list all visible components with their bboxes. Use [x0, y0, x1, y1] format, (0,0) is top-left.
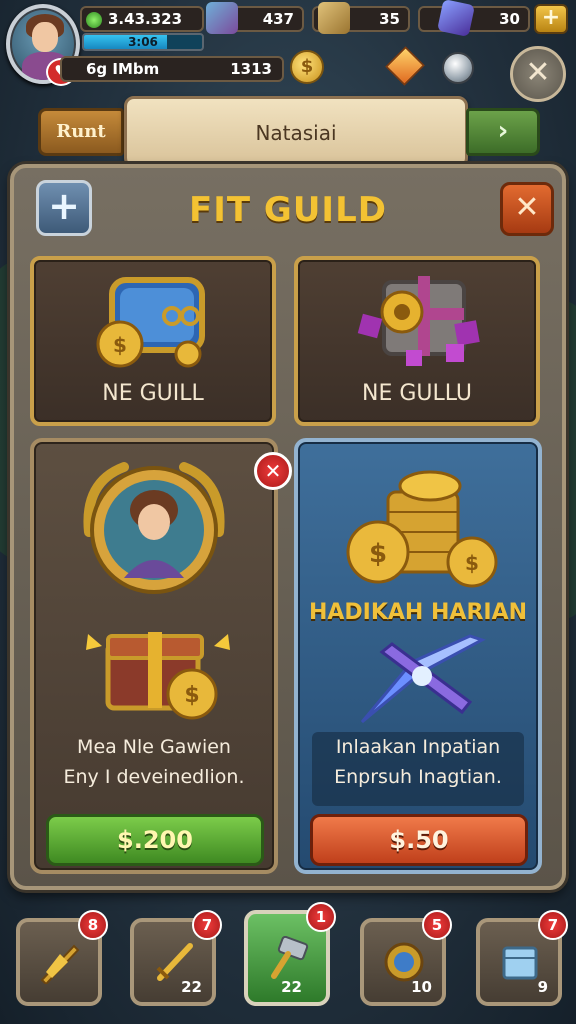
ribbon-title: Natasiai: [255, 121, 337, 145]
dock-badge: 8: [78, 910, 108, 940]
shield-icon: [40, 944, 80, 984]
bottom-dock: 8 7 22 1 22 5 10 7 9: [0, 900, 576, 1024]
guild-panel: + FIT GUILD ✕ $ NE GUILL NE GULLU ✕ $ Me…: [10, 164, 566, 890]
dock-count: 22: [281, 978, 302, 996]
gold-value: 3.43.323: [108, 10, 183, 28]
resource-3-value: 30: [499, 10, 520, 28]
dock-badge: 7: [538, 910, 568, 940]
guild-card-2-label: NE GULLU: [361, 381, 473, 406]
dock-slot-sword[interactable]: 7 22: [130, 910, 222, 1006]
offer-right-desc-line1: Inlaakan Inpatian: [335, 736, 501, 758]
dock-count: 10: [411, 978, 432, 996]
svg-text:$: $: [184, 683, 199, 708]
offer-right-title: HADIKAH HARIAN: [308, 600, 528, 625]
close-screen-button[interactable]: ✕: [510, 46, 566, 102]
crystal-icon: [437, 0, 475, 37]
guild-card-1-label: NE GUILL: [102, 381, 204, 406]
crate-icon: [502, 946, 538, 980]
offer-right-description: Inlaakan Inpatian Enprsuh Inagtian.: [312, 732, 524, 806]
next-tab-button[interactable]: ›: [466, 108, 540, 156]
level-panel: 6g IMbm 1313: [60, 56, 284, 82]
top-hud: ♥ 3.43.323 3:06 6g IMbm 1313 437 35 30 +…: [0, 0, 576, 102]
orb-icon: [442, 52, 474, 84]
gold-counter: 3.43.323: [80, 6, 204, 32]
resource-2-value: 35: [379, 10, 400, 28]
treasure-chest-icon: $: [96, 277, 205, 368]
dock-slot-crate[interactable]: 7 9: [476, 910, 568, 1006]
title-ribbon: Natasiai: [124, 96, 468, 168]
svg-text:$: $: [369, 539, 387, 569]
offer-left-desc-line1: Mea Nle Gawien: [77, 736, 231, 758]
dock-slot-shield[interactable]: 8: [16, 910, 108, 1006]
crystal-blade-icon: [360, 634, 486, 724]
buy-offer-left-button[interactable]: $.200: [46, 814, 264, 866]
dismiss-offer-button[interactable]: ✕: [254, 452, 292, 490]
dock-count: 9: [537, 978, 548, 996]
dock-badge: 5: [422, 910, 452, 940]
resource-1-value: 437: [262, 10, 294, 28]
level-text: 6g IMbm: [86, 60, 160, 78]
close-panel-button[interactable]: ✕: [500, 182, 554, 236]
hero-portrait-icon: [83, 462, 225, 594]
gift-chest-icon: $: [86, 632, 230, 720]
xp-text: 3:06: [128, 35, 158, 49]
add-resources-button[interactable]: +: [534, 4, 568, 34]
dock-slot-gear[interactable]: 5 10: [360, 910, 452, 1006]
gem-icon: [86, 12, 102, 28]
guild-card-2[interactable]: NE GULLU: [294, 256, 540, 426]
xp-bar: 3:06: [82, 33, 204, 51]
dock-slot-hammer[interactable]: 1 22: [244, 902, 336, 1006]
panel-title: FIT GUILD: [189, 190, 387, 230]
offer-left-desc-line2: Eny I deveinedlion.: [63, 766, 245, 788]
hammer-icon: [271, 936, 309, 979]
tab-runt[interactable]: Runt: [38, 108, 124, 156]
dock-count: 22: [181, 978, 202, 996]
cube-icon: [385, 46, 425, 86]
coin-icon: $: [290, 50, 324, 84]
buy-offer-right-button[interactable]: $.50: [310, 814, 528, 866]
dock-badge: 1: [306, 902, 336, 932]
guild-card-1[interactable]: $ NE GUILL: [30, 256, 276, 426]
offer-card-left[interactable]: ✕ $ Mea Nle Gawien Eny I deveinedlion. $…: [30, 438, 292, 874]
potion-icon: [206, 2, 238, 34]
offer-right-desc-line2: Enprsuh Inagtian.: [334, 766, 502, 788]
offer-left-description: Mea Nle Gawien Eny I deveinedlion.: [48, 732, 260, 806]
coin-stack-icon: $ $: [346, 470, 498, 588]
gift-box-gems-icon: [357, 276, 480, 366]
offer-card-right[interactable]: $ $ HADIKAH HARIAN Inlaakan Inpatian Enp…: [294, 438, 542, 874]
coins-small-value: 1313: [230, 60, 272, 78]
scroll-icon: [318, 2, 350, 34]
svg-text:$: $: [465, 551, 479, 575]
dock-badge: 7: [192, 910, 222, 940]
svg-text:$: $: [113, 333, 127, 357]
